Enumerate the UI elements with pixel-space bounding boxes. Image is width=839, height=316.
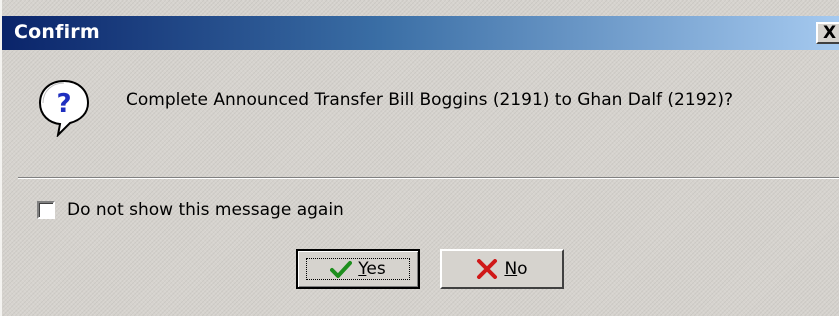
dont-show-again-label[interactable]: Do not show this message again: [67, 200, 344, 220]
close-button[interactable]: X: [816, 22, 839, 44]
dont-show-again-row[interactable]: Do not show this message again: [37, 199, 344, 221]
yes-button[interactable]: Yes: [296, 249, 420, 289]
x-icon: [477, 259, 498, 279]
question-icon: ?: [38, 79, 90, 137]
svg-text:?: ?: [56, 89, 71, 119]
dialog-message: Complete Announced Transfer Bill Boggins…: [126, 90, 733, 110]
yes-label: Yes: [358, 259, 386, 279]
dialog-title: Confirm: [14, 21, 100, 43]
dont-show-again-checkbox[interactable]: [37, 201, 55, 219]
no-button[interactable]: No: [440, 249, 564, 289]
separator: [18, 177, 839, 179]
no-label: No: [504, 259, 528, 279]
confirm-dialog: Confirm X ? Complete Announced Transfer …: [0, 0, 839, 316]
title-bar[interactable]: Confirm X: [2, 16, 839, 50]
close-icon: X: [822, 22, 837, 43]
